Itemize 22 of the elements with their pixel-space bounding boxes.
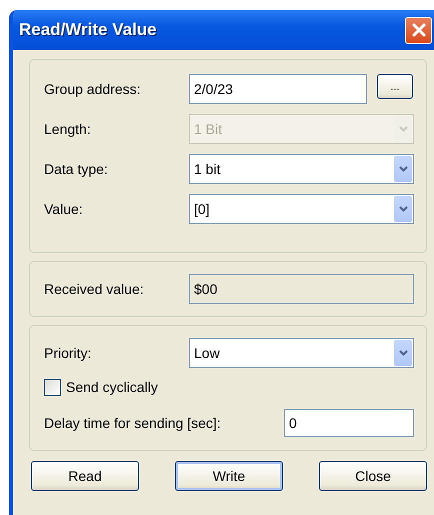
field-label: Priority: [44, 345, 92, 361]
readonly-field: $00 [189, 274, 414, 304]
dialog-button[interactable]: Write [175, 461, 283, 491]
window-title: Read/Write Value [19, 20, 157, 40]
field-label: Value: [44, 201, 84, 217]
dialog-button[interactable]: Read [31, 461, 139, 491]
field-label: Length: [44, 121, 92, 137]
dropdown[interactable]: 1 bit [189, 154, 414, 184]
dropdown[interactable]: [0] [189, 194, 414, 224]
browse-button[interactable]: ... [377, 74, 413, 99]
dialog-button[interactable]: Close [319, 461, 427, 491]
checkbox-label[interactable]: Send cyclically [66, 379, 158, 395]
field-label: Group address: [44, 81, 142, 97]
field-label: Data type: [44, 161, 109, 177]
field-label: Delay time for sending [sec]: [44, 415, 222, 431]
checkbox[interactable] [44, 378, 61, 396]
input-field[interactable]: 0 [284, 409, 414, 437]
input-field[interactable]: 2/0/23 [189, 74, 367, 104]
close-button[interactable] [405, 16, 432, 44]
close-icon [410, 22, 426, 38]
field-label: Received value: [44, 281, 145, 297]
dropdown[interactable]: Low [189, 338, 414, 368]
